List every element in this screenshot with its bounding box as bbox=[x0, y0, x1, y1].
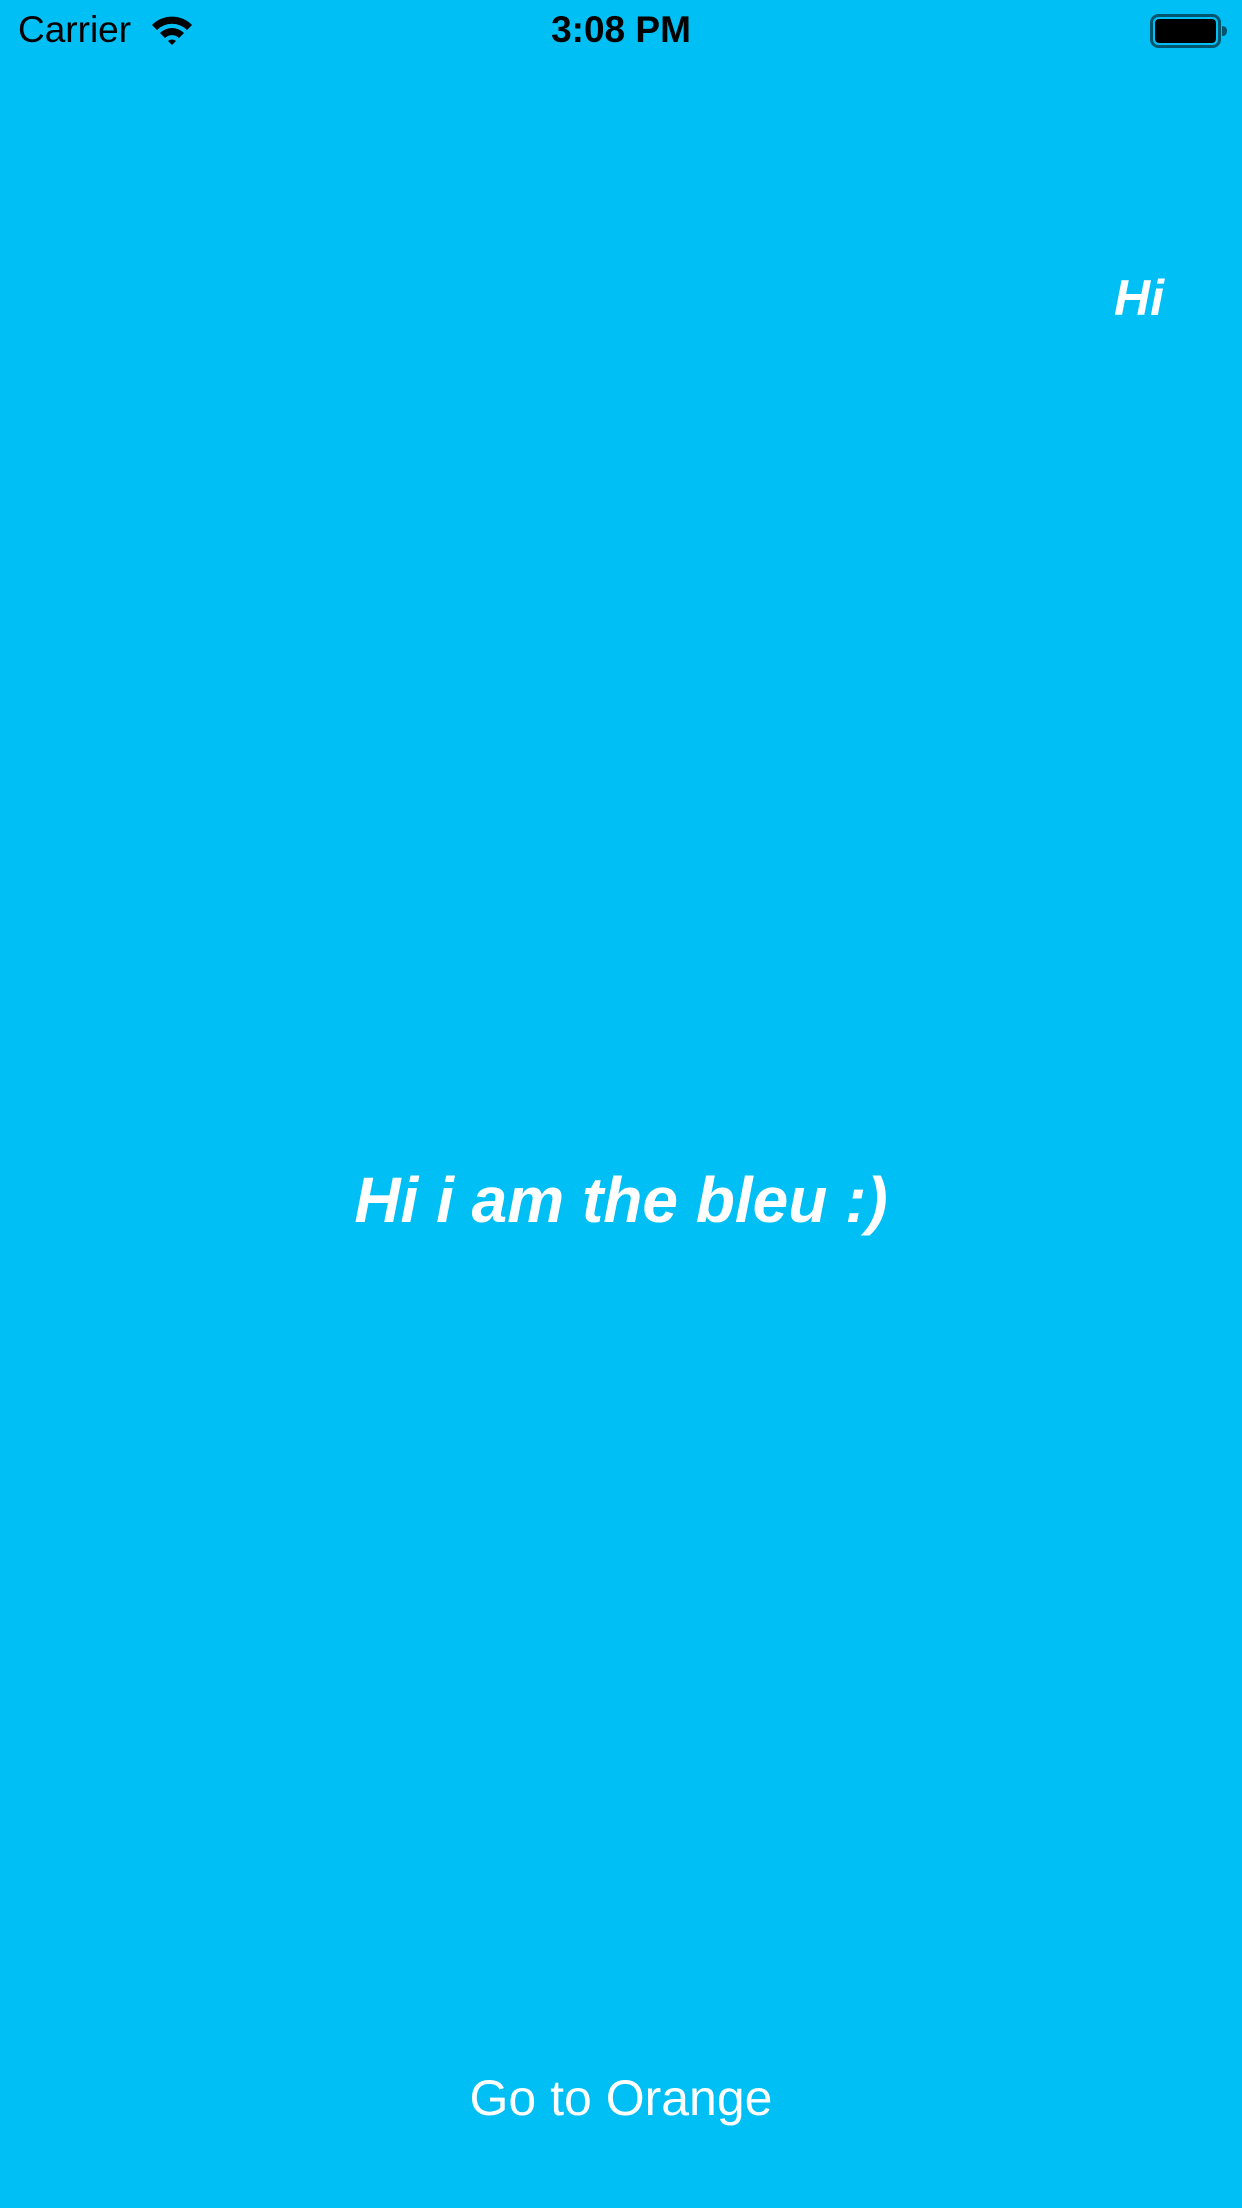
go-to-orange-button[interactable]: Go to Orange bbox=[421, 2060, 821, 2136]
status-time: 3:08 PM bbox=[551, 9, 691, 50]
corner-hi-label: Hi bbox=[1114, 270, 1164, 326]
main-title-label: Hi i am the bleu :) bbox=[354, 1164, 888, 1236]
battery-icon bbox=[1150, 14, 1227, 48]
status-bar: Carrier 3:08 PM bbox=[0, 0, 1242, 60]
